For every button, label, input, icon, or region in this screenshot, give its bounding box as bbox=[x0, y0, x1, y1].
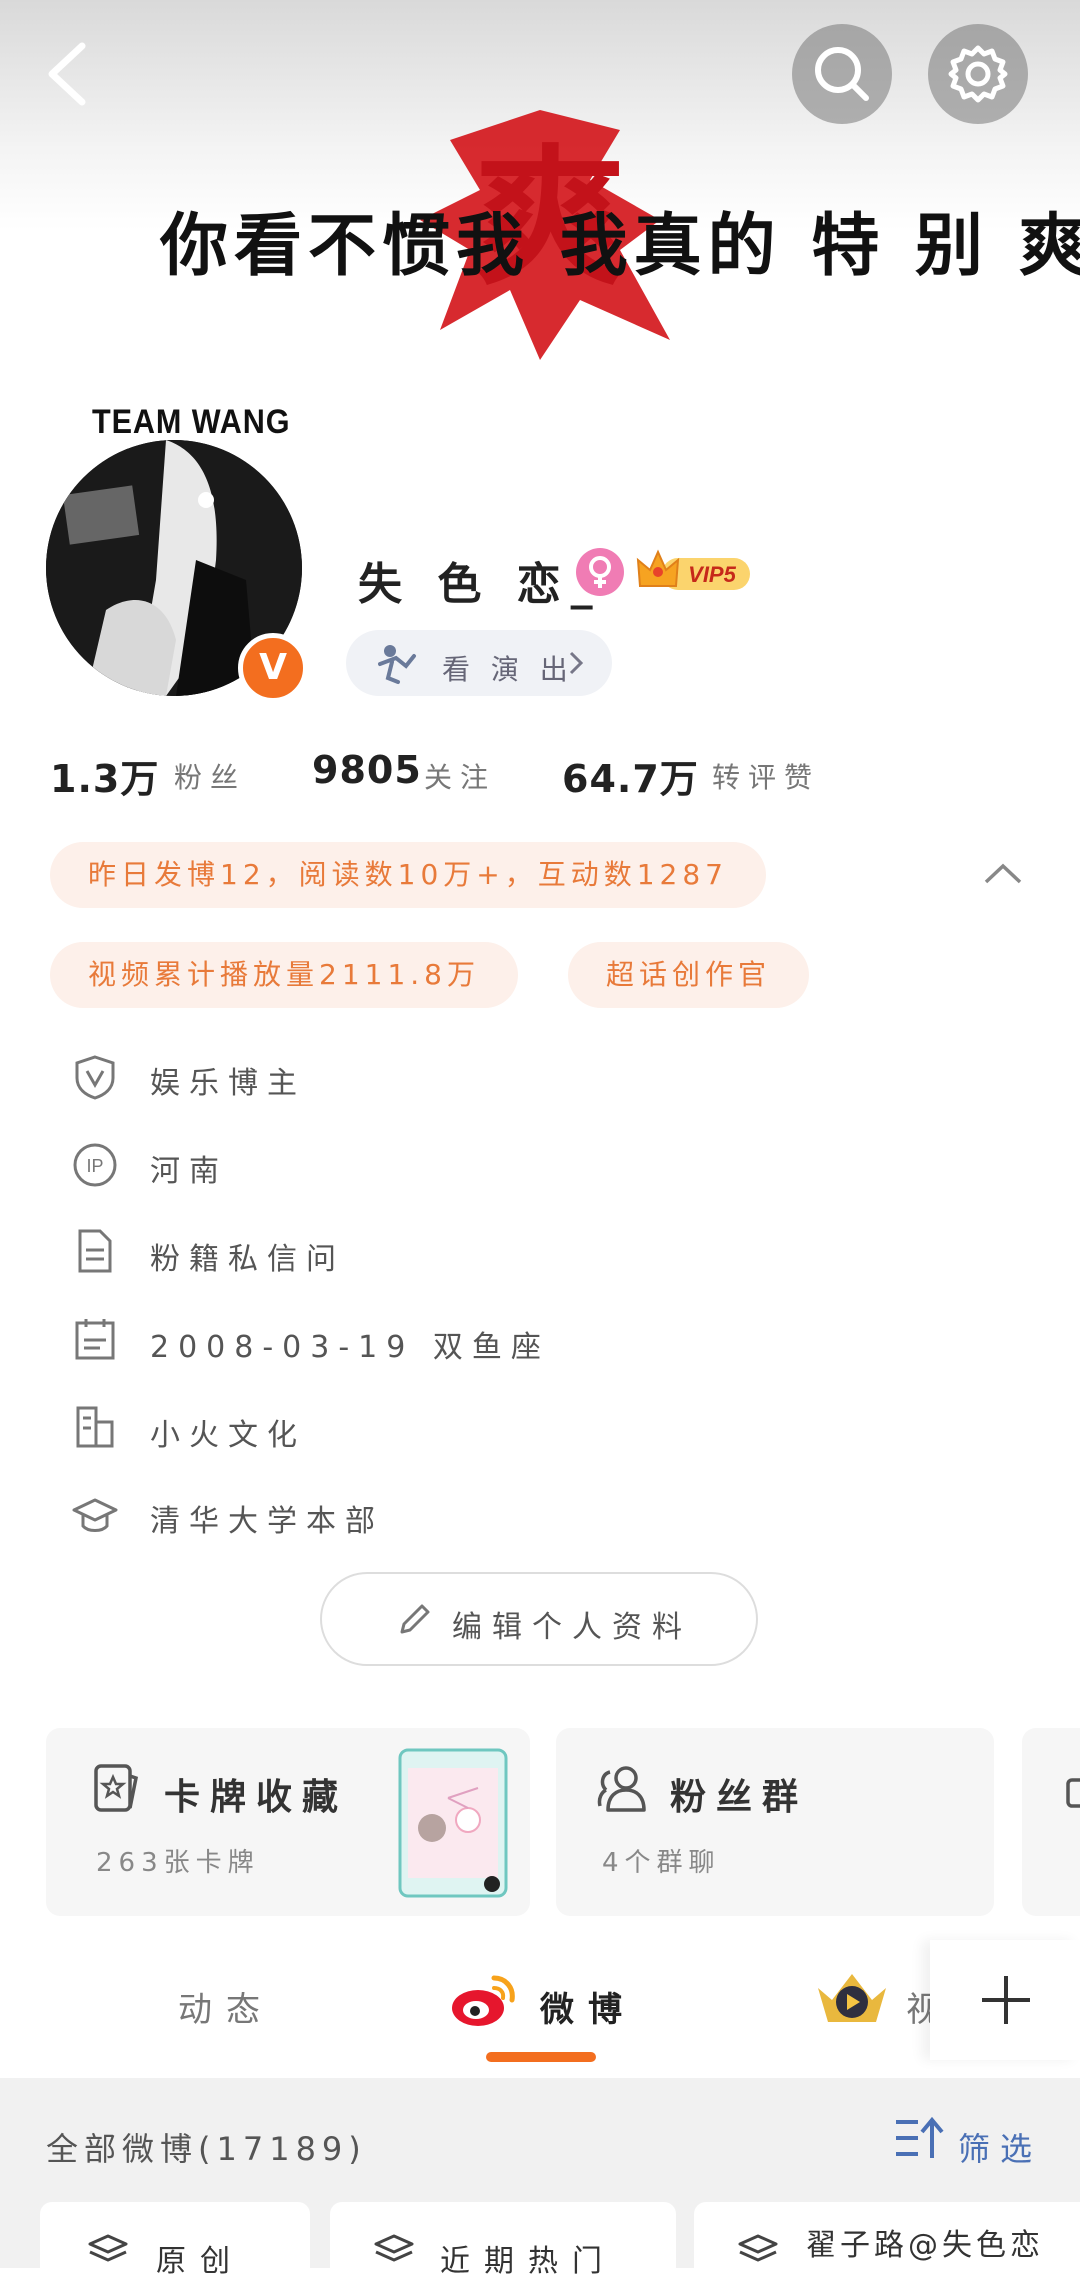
chip-recent-hot-label: 近期热门 bbox=[440, 2244, 616, 2279]
add-tab-button[interactable] bbox=[930, 1940, 1080, 2060]
filter-icon bbox=[896, 2116, 944, 2158]
back-arrow-icon bbox=[48, 42, 86, 106]
layers-icon bbox=[738, 2234, 778, 2262]
likes-label[interactable]: 转评赞 bbox=[712, 756, 820, 796]
ip-icon: IP bbox=[73, 1143, 117, 1187]
chevron-up-icon bbox=[984, 863, 1022, 884]
video-plays-tag[interactable]: 视频累计播放量2111.8万 bbox=[50, 942, 518, 1008]
settings-button[interactable] bbox=[928, 24, 1028, 124]
collapse-button[interactable] bbox=[980, 852, 1026, 898]
card-collection-count: 263张卡牌 bbox=[96, 1848, 260, 1878]
search-icon bbox=[815, 47, 869, 101]
gear-icon bbox=[948, 45, 1008, 103]
daily-stats-tag[interactable]: 昨日发博12，阅读数10万+，互动数1287 bbox=[50, 842, 766, 908]
performer-icon bbox=[378, 645, 416, 684]
filter-button[interactable]: 筛选 bbox=[958, 2124, 1042, 2170]
crown-icon: VIP5 bbox=[636, 549, 750, 590]
following-label[interactable]: 关注 bbox=[424, 756, 496, 796]
card-fan-group[interactable]: 粉丝群 4个群聊 bbox=[556, 1728, 994, 1916]
likes-count[interactable]: 64.7万 bbox=[562, 748, 699, 803]
info-company: 小火文化 bbox=[150, 1418, 306, 1453]
card-collection[interactable]: 卡牌收藏 263张卡牌 bbox=[46, 1728, 530, 1916]
tab-weibo[interactable]: 微博 bbox=[540, 1982, 636, 2031]
avatar-frame-label: TEAM WANG bbox=[92, 403, 291, 441]
feed-count-label: 全部微博(17189) bbox=[46, 2130, 367, 2168]
info-school: 清华大学本部 bbox=[150, 1504, 384, 1539]
tab-activity[interactable]: 动态 bbox=[178, 1982, 274, 2031]
info-birthday: 2008-03-19 双鱼座 bbox=[150, 1330, 550, 1365]
card-next-icon bbox=[1066, 1778, 1080, 1808]
card-collection-title: 卡牌收藏 bbox=[164, 1777, 349, 1818]
document-icon bbox=[78, 1229, 112, 1273]
card-icon bbox=[94, 1764, 139, 1812]
layers-icon bbox=[374, 2234, 414, 2262]
info-category: 娱乐博主 bbox=[150, 1066, 306, 1101]
chip-original-label: 原创 bbox=[156, 2244, 244, 2279]
female-gender-icon bbox=[576, 548, 624, 596]
topic-creator-tag[interactable]: 超话创作官 bbox=[568, 942, 810, 1008]
card-thumbnail bbox=[398, 1748, 508, 1898]
cover-slogan: 你看不惯我 我真的 特 别 爽 bbox=[160, 207, 1080, 286]
card-next-partial[interactable] bbox=[1022, 1728, 1080, 1916]
card-fan-group-count: 4个群聊 bbox=[602, 1848, 721, 1878]
followers-label[interactable]: 粉丝 bbox=[174, 756, 246, 796]
video-badge-icon bbox=[818, 1974, 886, 2022]
card-fan-group-title: 粉丝群 bbox=[670, 1777, 809, 1818]
graduation-cap-icon bbox=[72, 1498, 118, 1532]
info-ip-location: 河南 bbox=[150, 1154, 228, 1189]
verified-badge: V bbox=[238, 633, 308, 703]
users-icon bbox=[597, 1766, 646, 1812]
followers-count[interactable]: 1.3万 bbox=[50, 748, 159, 803]
username: 失 色 恋_ bbox=[358, 559, 603, 610]
shield-v-icon bbox=[75, 1055, 115, 1100]
show-link-label: 看 演 出 bbox=[442, 653, 574, 686]
layers-icon bbox=[88, 2234, 128, 2262]
calendar-icon bbox=[75, 1319, 115, 1360]
edit-profile-label: 编辑个人资料 bbox=[452, 1610, 692, 1645]
building-icon bbox=[76, 1406, 114, 1448]
watermark: 翟子路@失色恋 bbox=[806, 2220, 1044, 2264]
vip-label: VIP5 bbox=[688, 562, 736, 587]
following-count[interactable]: 9805 bbox=[312, 748, 422, 792]
back-button[interactable] bbox=[40, 34, 100, 114]
plus-icon bbox=[982, 1976, 1030, 2024]
vip-badge[interactable]: VIP5 bbox=[636, 548, 752, 596]
active-tab-indicator bbox=[486, 2052, 596, 2062]
search-button[interactable] bbox=[792, 24, 892, 124]
svg-text:IP: IP bbox=[86, 1156, 103, 1176]
weibo-logo-icon bbox=[452, 1975, 515, 2026]
chip-third-label: 翟子路 bbox=[806, 2228, 908, 2263]
watermark-handle: @失色恋 bbox=[908, 2228, 1044, 2263]
pencil-icon bbox=[400, 1604, 430, 1634]
info-fan-note: 粉籍私信问 bbox=[150, 1242, 345, 1277]
